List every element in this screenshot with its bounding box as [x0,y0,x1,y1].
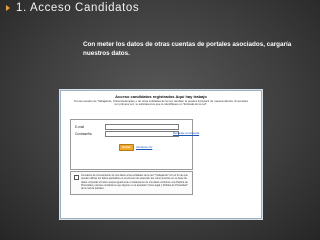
slide-title: 1. Acceso Candidatos [6,2,139,14]
slide-title-text: 1. Acceso Candidatos [16,2,140,14]
consent-checkbox[interactable] [74,175,79,180]
login-screenshot: Acceso candidatos registrados Aquí hay t… [60,90,262,219]
password-field[interactable] [105,131,179,137]
introduce-cv-link[interactable]: Introduce CV [136,145,152,149]
password-label: Contraseña [75,132,92,136]
consent-text: Consiento la comunicación de mis datos a… [81,174,188,191]
login-subtitle: Si eres usuario de Trabajando, Universia… [74,98,248,107]
email-label: E-mail [75,125,85,129]
login-header: Acceso candidatos registrados Aquí hay t… [73,94,249,107]
login-form: E-mail Contraseña Entrar Introduce CV [70,119,193,170]
enter-button[interactable]: Entrar [119,144,134,151]
consent-box: Consiento la comunicación de mis datos a… [70,171,193,195]
bullet-arrow-icon [6,5,10,11]
slide-note: Con meter los datos de otras cuentas de … [83,41,292,57]
email-field[interactable] [105,124,179,130]
forgot-password-link[interactable]: Recordar contraseña [173,131,199,135]
